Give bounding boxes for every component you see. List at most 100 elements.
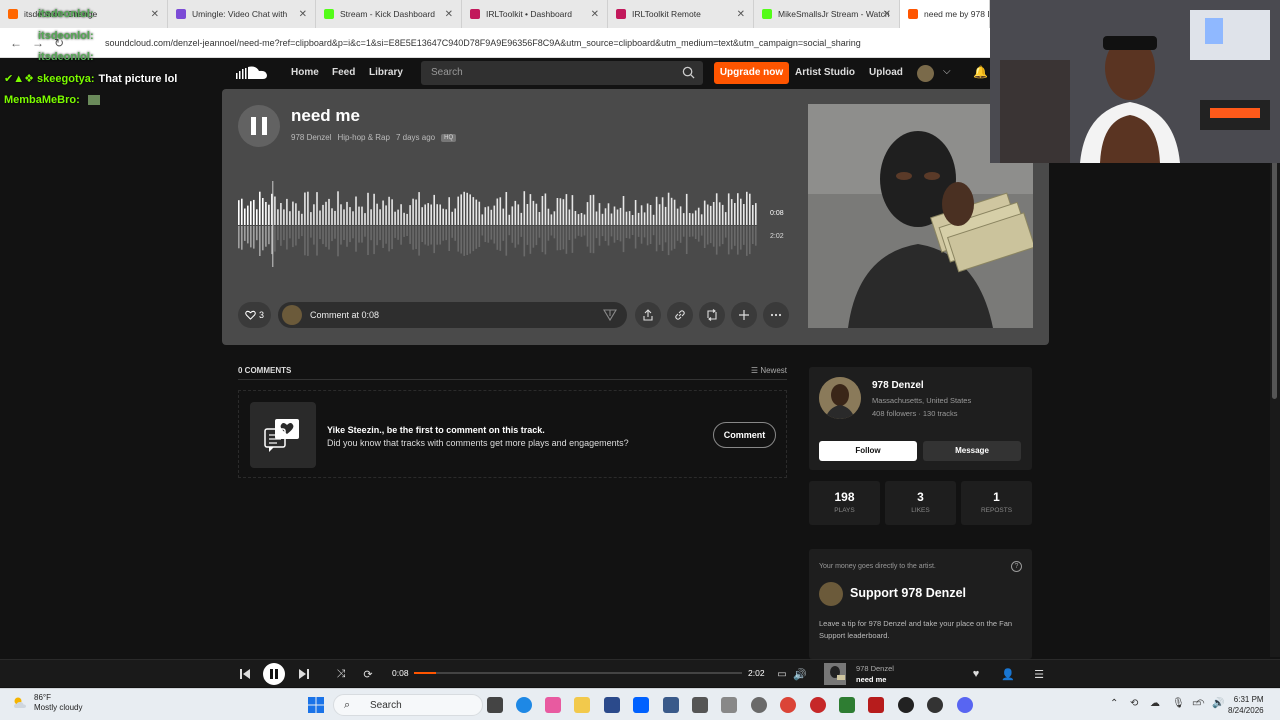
waveform-bar-reflection <box>511 226 514 243</box>
file-explorer-icon[interactable] <box>574 697 590 713</box>
follow-button[interactable]: Follow <box>819 441 917 461</box>
close-icon[interactable]: ✕ <box>883 9 891 20</box>
repost-button[interactable] <box>699 302 725 328</box>
tab-2[interactable]: Stream - Kick Dashboard ✕ <box>316 0 462 28</box>
artist-studio-link[interactable]: Artist Studio <box>795 67 855 78</box>
nav-feed[interactable]: Feed <box>332 67 355 78</box>
back-icon[interactable]: ← <box>10 36 22 50</box>
player-track-title[interactable]: need me <box>856 675 886 684</box>
waveform-bar-reflection <box>616 226 619 240</box>
app-icon[interactable] <box>545 697 561 713</box>
close-icon[interactable]: ✕ <box>445 9 453 20</box>
page-scrollbar[interactable] <box>1270 89 1280 657</box>
comment-button[interactable]: Comment <box>713 422 776 448</box>
queue-icon[interactable]: ☰ <box>1032 665 1046 683</box>
waveform-bar-reflection <box>625 226 628 238</box>
close-icon[interactable]: ✕ <box>299 9 307 20</box>
microphone-icon[interactable]: 🎙 <box>1172 698 1185 709</box>
shuffle-icon[interactable]: ⤨ <box>334 665 348 683</box>
message-button[interactable]: Message <box>923 441 1021 461</box>
windows-start-icon[interactable] <box>307 696 325 714</box>
player-like-icon[interactable]: ♥ <box>969 665 983 683</box>
more-button[interactable] <box>763 302 789 328</box>
waveform-bar <box>343 209 345 225</box>
share-button[interactable] <box>635 302 661 328</box>
discord-icon[interactable] <box>957 697 973 713</box>
waveform-bar <box>247 205 249 225</box>
app-icon[interactable] <box>721 697 737 713</box>
cast-icon[interactable]: ▭ <box>775 665 789 683</box>
player-artist[interactable]: 978 Denzel <box>856 664 894 673</box>
search-input[interactable]: Search <box>421 61 703 85</box>
user-avatar[interactable] <box>917 65 934 82</box>
close-icon[interactable]: ✕ <box>591 9 599 20</box>
tray-app-icon[interactable]: ⟲ <box>1130 698 1138 709</box>
stat-likes[interactable]: 3 LIKES <box>885 481 956 525</box>
like-button[interactable]: 3 <box>238 302 271 328</box>
waveform[interactable] <box>238 181 758 267</box>
app-icon[interactable] <box>868 697 884 713</box>
wifi-icon[interactable]: ◠ <box>1196 698 1205 709</box>
weather-widget[interactable]: 86°F Mostly cloudy <box>12 693 82 713</box>
taskbar-search[interactable]: ⌕ Search <box>333 694 483 716</box>
edge-icon[interactable] <box>516 697 532 713</box>
soundcloud-logo-icon[interactable] <box>236 64 270 82</box>
close-icon[interactable]: ✕ <box>151 9 159 20</box>
app-icon[interactable] <box>663 697 679 713</box>
waveform-bar-reflection <box>550 226 553 236</box>
pause-button[interactable] <box>238 105 280 147</box>
app-icon[interactable] <box>604 697 620 713</box>
app-icon[interactable] <box>898 697 914 713</box>
stat-reposts[interactable]: 1 REPOSTS <box>961 481 1032 525</box>
task-view-icon[interactable] <box>487 697 503 713</box>
search-icon[interactable] <box>682 66 695 79</box>
settings-icon[interactable] <box>751 697 767 713</box>
player-thumbnail[interactable] <box>824 663 846 685</box>
comment-input[interactable]: Comment at 0:08 <box>278 302 627 328</box>
nav-library[interactable]: Library <box>369 67 403 78</box>
artist-name[interactable]: 978 Denzel <box>872 380 924 391</box>
next-icon[interactable] <box>297 665 311 683</box>
track-genre[interactable]: Hip-hop & Rap <box>337 133 389 142</box>
app-icon[interactable] <box>839 697 855 713</box>
artist-avatar[interactable] <box>819 377 861 419</box>
app-icon[interactable] <box>810 697 826 713</box>
player-pause-button[interactable] <box>263 663 285 685</box>
volume-icon[interactable]: 🔊 <box>793 665 807 683</box>
tab-4[interactable]: IRLToolkit Remote ✕ <box>608 0 754 28</box>
url-field[interactable]: soundcloud.com/denzel-jeannoel/need-me?r… <box>105 38 861 48</box>
support-note: Your money goes directly to the artist. <box>819 563 936 570</box>
chrome-icon[interactable] <box>780 697 796 713</box>
nav-home[interactable]: Home <box>291 67 319 78</box>
copy-link-button[interactable] <box>667 302 693 328</box>
help-icon[interactable]: ? <box>1011 561 1022 572</box>
app-icon[interactable] <box>927 697 943 713</box>
bell-icon[interactable]: 🔔 <box>973 65 988 79</box>
send-icon[interactable] <box>603 308 617 322</box>
tab-6-active[interactable]: need me by 978 De <box>900 0 990 28</box>
repeat-icon[interactable]: ⟳ <box>361 665 375 683</box>
sort-dropdown[interactable]: ☰ Newest <box>751 366 787 375</box>
waveform-bar <box>337 191 339 225</box>
progress-bar[interactable] <box>414 672 742 674</box>
tray-app-icon[interactable]: ☁ <box>1150 698 1160 709</box>
app-icon[interactable] <box>692 697 708 713</box>
upgrade-button[interactable]: Upgrade now <box>714 62 789 84</box>
system-clock[interactable]: 6:31 PM 8/24/2026 <box>1228 694 1264 716</box>
speaker-icon[interactable]: 🔊 <box>1212 698 1224 709</box>
upload-link[interactable]: Upload <box>869 67 903 78</box>
tab-1[interactable]: Umingle: Video Chat with ✕ <box>168 0 316 28</box>
chevron-up-icon[interactable]: ⌃ <box>1110 698 1118 709</box>
tab-3[interactable]: IRLToolkit • Dashboard ✕ <box>462 0 608 28</box>
tab-5[interactable]: MikeSmallsJr Stream - Watch ✕ <box>754 0 900 28</box>
dropbox-icon[interactable] <box>633 697 649 713</box>
close-icon[interactable]: ✕ <box>737 9 745 20</box>
waveform-bar <box>352 211 354 225</box>
track-artist-link[interactable]: 978 Denzel <box>291 133 331 142</box>
add-to-playlist-button[interactable] <box>731 302 757 328</box>
waveform-bar-reflection <box>340 226 342 245</box>
chevron-down-icon[interactable]: ⌵ <box>943 66 951 77</box>
follow-user-icon[interactable]: 👤 <box>1001 665 1015 683</box>
previous-icon[interactable] <box>238 665 252 683</box>
waveform-bar <box>433 194 435 225</box>
